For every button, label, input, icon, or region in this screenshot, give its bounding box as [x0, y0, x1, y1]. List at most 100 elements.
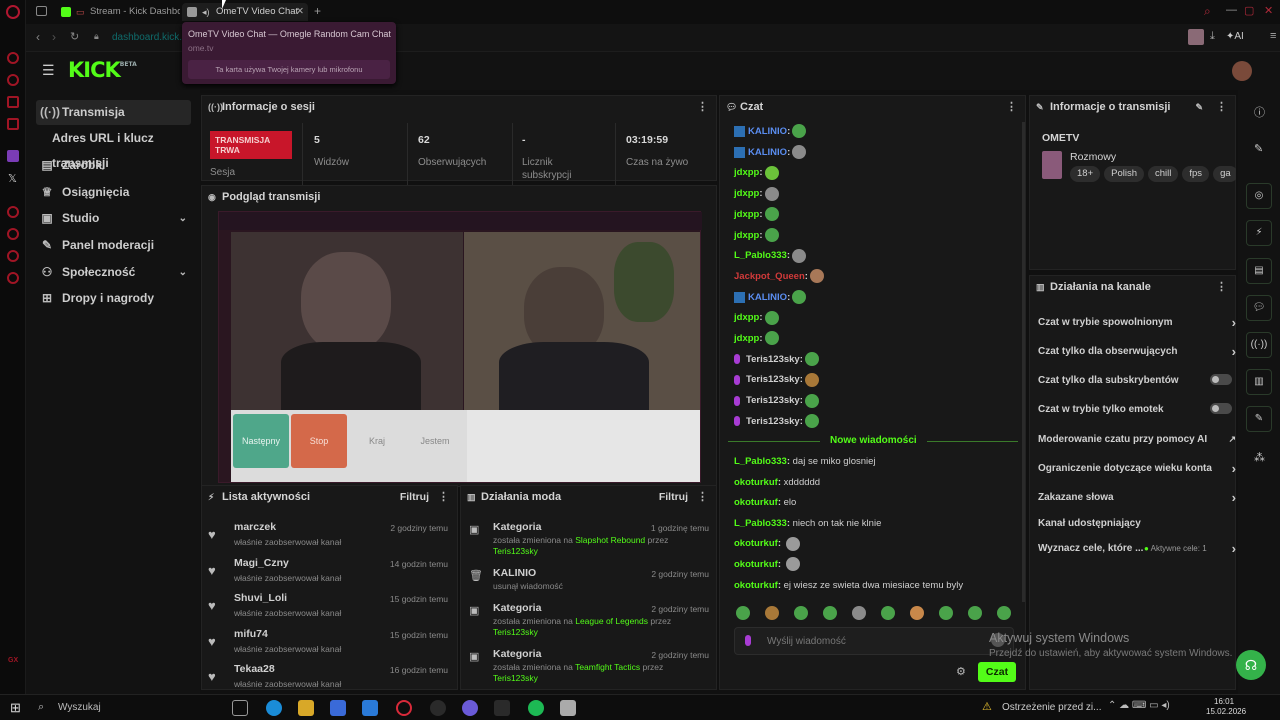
stop-button[interactable]: Stop — [291, 414, 347, 468]
filter-button[interactable]: Filtruj — [659, 486, 688, 508]
emote-picker-item[interactable] — [736, 606, 750, 620]
more-options-icon[interactable]: ⋮ — [1006, 96, 1017, 118]
emote-picker-item[interactable] — [765, 606, 779, 620]
support-chat-icon[interactable]: ☊ — [1236, 650, 1266, 680]
chat-username[interactable]: jdxpp — [734, 167, 759, 178]
emote-picker-item[interactable] — [968, 606, 982, 620]
chat-username[interactable]: jdxpp — [734, 333, 759, 344]
chat-scrollbar[interactable] — [1022, 122, 1025, 602]
edge-icon[interactable] — [266, 700, 282, 716]
emote-picker-item[interactable] — [881, 606, 895, 620]
tag[interactable]: ga — [1213, 166, 1236, 182]
slow-mode-row[interactable]: Czat w trybie spowolnionym › — [1038, 315, 1236, 330]
emote-picker-item[interactable] — [823, 606, 837, 620]
sidebar-app-icon[interactable] — [7, 52, 19, 64]
chat-username[interactable]: L_Pablo333 — [734, 456, 787, 467]
clock-time[interactable]: 16:01 — [1214, 697, 1234, 706]
sidebar-item-panel-moderacji[interactable]: ✎ Panel moderacji — [36, 233, 191, 258]
app-icon[interactable] — [430, 700, 446, 716]
app-icon[interactable] — [330, 700, 346, 716]
ai-moderation-row[interactable]: Moderowanie czatu przy pomocy AI ↗ — [1038, 434, 1236, 445]
windows-start-icon[interactable]: ⊞ — [10, 700, 21, 716]
tag[interactable]: fps — [1182, 166, 1210, 182]
chat-username[interactable]: okoturkuf — [734, 559, 778, 570]
chat-username[interactable]: jdxpp — [734, 188, 759, 199]
wrench-tool-icon[interactable]: ✎ — [1246, 406, 1272, 432]
emote-picker-item[interactable] — [910, 606, 924, 620]
user-avatar[interactable] — [1232, 61, 1252, 81]
twitch-icon[interactable] — [7, 150, 19, 162]
discord-icon[interactable] — [462, 700, 478, 716]
reload-icon[interactable]: ↻ — [70, 30, 79, 43]
sidebar-app-icon[interactable] — [7, 250, 19, 262]
sidebar-item-zarobki[interactable]: ▤ Zarobki — [36, 153, 191, 178]
sidebar-app-icon[interactable] — [7, 118, 19, 130]
emote-only-toggle[interactable] — [1210, 403, 1232, 414]
chat-username[interactable]: okoturkuf — [734, 580, 778, 591]
banned-words-row[interactable]: Zakazane słowa › — [1038, 490, 1236, 505]
close-tab-icon[interactable]: ✕ — [296, 3, 304, 21]
download-icon[interactable]: ⤓ — [1210, 30, 1215, 43]
chat-username[interactable]: okoturkuf — [734, 477, 778, 488]
store-icon[interactable] — [362, 700, 378, 716]
layout-tool-icon[interactable]: ▥ — [1246, 369, 1272, 395]
chat-username[interactable]: Jackpot_Queen — [734, 271, 805, 282]
broadcast-tool-icon[interactable]: ((·)) — [1246, 332, 1272, 358]
settings-icon[interactable] — [7, 272, 19, 284]
app-icon[interactable] — [560, 700, 576, 716]
tray-icons[interactable]: ⌃ ☁ ⌨ ▭ ◂) — [1108, 700, 1170, 711]
chat-username[interactable]: jdxpp — [734, 312, 759, 323]
more-options-icon[interactable]: ⋮ — [697, 96, 708, 118]
next-button[interactable]: Następny — [233, 414, 289, 468]
emote-picker-item[interactable] — [852, 606, 866, 620]
more-options-icon[interactable]: ⋮ — [1216, 276, 1227, 298]
category-label[interactable]: Rozmowy — [1070, 151, 1116, 163]
chat-settings-icon[interactable]: ⚙ — [956, 665, 966, 678]
chat-username[interactable]: okoturkuf — [734, 538, 778, 549]
send-chat-button[interactable]: Czat — [978, 662, 1016, 682]
more-options-icon[interactable]: ⋮ — [1216, 96, 1227, 118]
filter-button[interactable]: Filtruj — [400, 486, 429, 508]
sidebar-item-studio[interactable]: ▣ Studio ⌄ — [36, 206, 191, 231]
sidebar-item-dropy[interactable]: ⊞ Dropy i nagrody — [36, 286, 191, 311]
chat-username[interactable]: okoturkuf — [734, 497, 778, 508]
taskbar-notification[interactable]: Ostrzeżenie przed zi... — [1002, 702, 1101, 713]
edit-icon[interactable]: ✎ — [1195, 96, 1203, 118]
document-tool-icon[interactable]: ▤ — [1246, 258, 1272, 284]
chat-username[interactable]: KALINIO — [748, 147, 787, 158]
sidebar-item-osiagniecia[interactable]: ♕ Osiągnięcia — [36, 180, 191, 205]
gender-button[interactable]: Jestem — [407, 414, 463, 468]
sidebar-app-icon[interactable] — [7, 74, 19, 86]
chat-tool-icon[interactable]: 💬︎ — [1246, 295, 1272, 321]
bolt-tool-icon[interactable]: ⚡︎ — [1246, 220, 1272, 246]
sidebar-item-transmisja[interactable]: ((·)) Transmisja — [36, 100, 191, 125]
menu-icon[interactable]: ≡ — [1270, 30, 1276, 42]
emote-picker-item[interactable] — [939, 606, 953, 620]
camera-tool-icon[interactable]: ◎ — [1246, 183, 1272, 209]
taskbar-search[interactable]: Wyszukaj — [58, 702, 101, 713]
apps-icon[interactable]: ⁂ — [1254, 451, 1265, 464]
chat-username[interactable]: L_Pablo333 — [734, 250, 787, 261]
edit-icon[interactable]: ✎ — [1254, 142, 1263, 155]
maximize-icon[interactable]: ▢ — [1244, 4, 1254, 17]
more-options-icon[interactable]: ⋮ — [438, 486, 449, 508]
ai-button[interactable]: ✦AI — [1226, 31, 1244, 42]
tag[interactable]: 18+ — [1070, 166, 1101, 182]
chat-input[interactable]: Wyślij wiadomość — [734, 627, 1014, 655]
chat-username[interactable]: Teris123sky — [746, 354, 800, 365]
followers-only-row[interactable]: Czat tylko dla obserwujących › — [1038, 344, 1236, 359]
chat-username[interactable]: Teris123sky — [746, 374, 800, 385]
chat-username[interactable]: jdxpp — [734, 209, 759, 220]
hamburger-menu-icon[interactable]: ☰ — [42, 63, 55, 77]
minimize-icon[interactable]: — — [1226, 4, 1237, 16]
sidebar-app-icon[interactable] — [7, 206, 19, 218]
x-icon[interactable]: 𝕏 — [8, 172, 17, 185]
country-button[interactable]: Kraj — [349, 414, 405, 468]
chat-username[interactable]: jdxpp — [734, 230, 759, 241]
explorer-icon[interactable] — [298, 700, 314, 716]
opera-logo-icon[interactable] — [6, 5, 20, 19]
kick-logo[interactable]: KICKBETA — [68, 58, 137, 82]
new-tab-icon[interactable]: + — [314, 4, 321, 18]
obs-icon[interactable] — [494, 700, 510, 716]
workspaces-icon[interactable] — [36, 6, 47, 16]
